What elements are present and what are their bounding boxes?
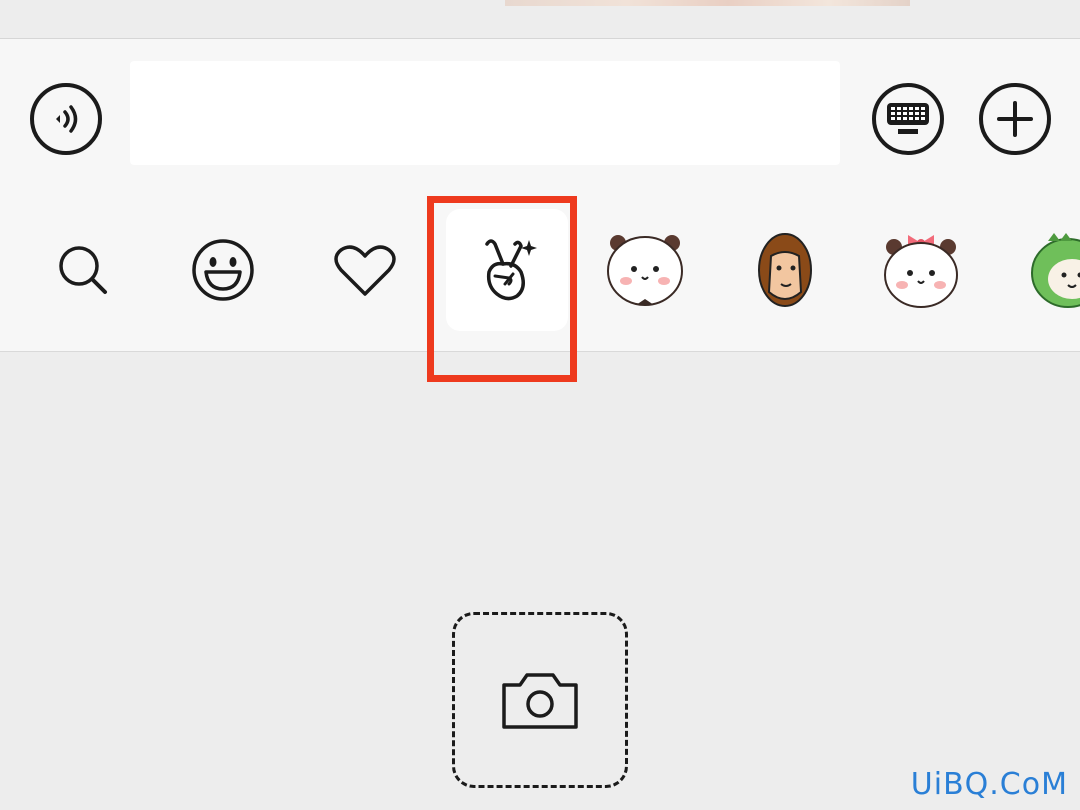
panda-sticker-icon xyxy=(607,235,683,306)
plus-button[interactable] xyxy=(979,83,1051,155)
voice-wave-icon xyxy=(56,105,78,133)
tab-sticker-pack-dino[interactable] xyxy=(1000,209,1080,331)
green-dino-sticker-icon xyxy=(1031,233,1080,308)
tab-sticker-pack-man[interactable] xyxy=(724,209,846,331)
panda-bow-sticker-icon xyxy=(884,235,958,308)
highlight-box xyxy=(427,196,577,382)
camera-button[interactable] xyxy=(452,612,628,788)
tab-sticker-pack-panda[interactable] xyxy=(584,209,706,331)
chat-input-bar xyxy=(0,39,1080,191)
watermark: UiBQ.CoM xyxy=(910,767,1068,802)
tab-sticker-pack-panda-bow[interactable] xyxy=(860,209,982,331)
keyboard-button[interactable] xyxy=(872,83,944,155)
smiley-icon xyxy=(192,239,254,301)
keyboard-icon xyxy=(887,103,929,134)
tab-favorites[interactable] xyxy=(304,209,426,331)
voice-button[interactable] xyxy=(30,83,102,155)
search-icon xyxy=(59,246,107,294)
heart-icon xyxy=(334,245,396,296)
man-sticker-icon xyxy=(758,233,812,307)
chat-area-edge xyxy=(0,0,1080,39)
tab-search[interactable] xyxy=(22,209,144,331)
camera-icon xyxy=(502,673,578,729)
plus-icon xyxy=(997,101,1033,137)
image-message-sliver[interactable] xyxy=(505,0,910,6)
tab-emoji[interactable] xyxy=(162,209,284,331)
message-input[interactable] xyxy=(130,61,840,165)
